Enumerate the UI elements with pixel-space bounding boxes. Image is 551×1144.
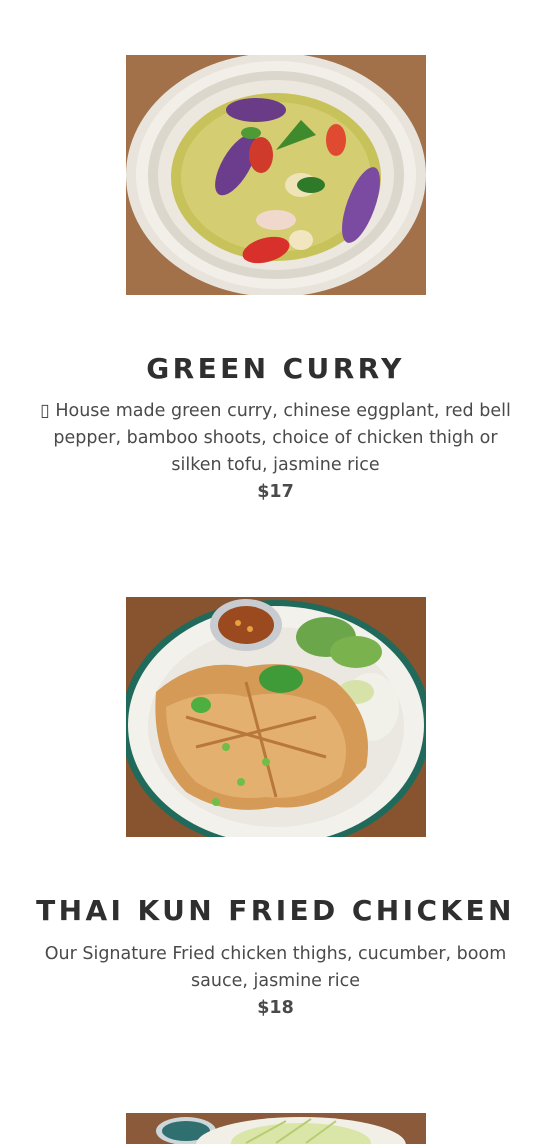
dish-title: GREEN CURRY bbox=[146, 352, 405, 385]
dish-title: THAI KUN FRIED CHICKEN bbox=[36, 894, 515, 927]
fried-chicken-photo bbox=[126, 597, 426, 837]
dish-description: Our Signature Fried chicken thighs, cucu… bbox=[44, 944, 507, 991]
dish-description: ▯ House made green curry, chinese eggpla… bbox=[40, 401, 511, 475]
dish-price: $18 bbox=[257, 998, 294, 1018]
dish-price: $17 bbox=[257, 482, 294, 502]
green-curry-photo bbox=[126, 55, 426, 295]
cabbage-dish-photo bbox=[126, 1113, 426, 1144]
